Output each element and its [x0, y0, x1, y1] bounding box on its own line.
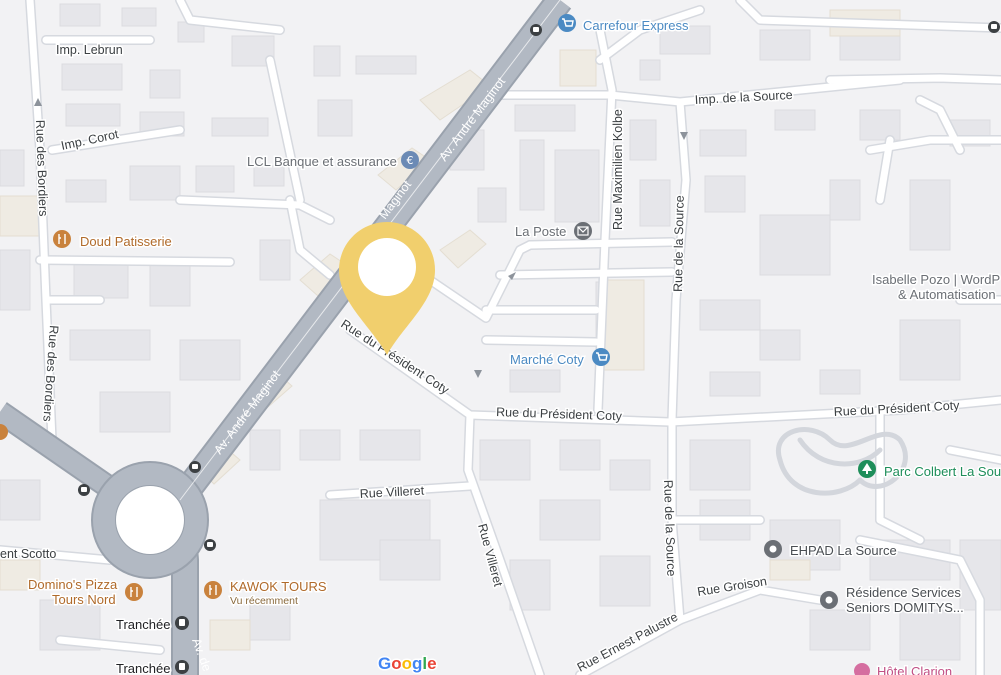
tram-icon: [175, 616, 189, 630]
poi-residence-line1: Résidence Services: [846, 585, 961, 600]
logo-o1: o: [391, 654, 401, 673]
poi-kawok-label: KAWOK TOURS: [230, 579, 327, 594]
logo-e: e: [427, 654, 436, 673]
poi-ehpad-label: EHPAD La Source: [790, 543, 897, 558]
fork-knife-icon: [125, 583, 143, 601]
poi-isabelle-line2: & Automatisation: [898, 287, 996, 302]
bus-icon: [189, 461, 201, 473]
svg-text:€: €: [407, 154, 414, 167]
logo-o2: o: [402, 654, 412, 673]
street-rue-maximilien-kolbe: Rue Maximilien Kolbe: [611, 109, 625, 230]
bus-icon: [530, 24, 542, 36]
fork-knife-icon: [204, 581, 222, 599]
park-paths: [775, 427, 908, 496]
poi-residence-line2: Seniors DOMITYS...: [846, 600, 964, 615]
tranchee-label-2: Tranchée: [116, 661, 170, 675]
poi-kawok-sub: Vu récemment: [230, 595, 298, 607]
svg-text:Google: Google: [378, 654, 437, 673]
street-imp-de-la-source: Imp. de la Source: [694, 88, 793, 107]
poi-carrefour-label: Carrefour Express: [583, 18, 689, 33]
poi-dominos-line2: Tours Nord: [52, 592, 116, 607]
tranchee-label-1: Tranchée: [116, 617, 170, 632]
tram-icon: [175, 660, 189, 674]
poi-la-poste[interactable]: La Poste: [514, 222, 592, 241]
poi-marche-coty-label: Marché Coty: [510, 352, 584, 367]
bus-icon: [204, 539, 216, 551]
street-rue-villeret-h: Rue Villeret: [359, 484, 425, 501]
poi-lcl[interactable]: LCL Banque et assurance €: [246, 151, 419, 171]
poi-doud-label: Doud Patisserie: [80, 234, 172, 249]
fork-knife-icon: [53, 230, 71, 248]
logo-g1: G: [378, 654, 391, 673]
poi-hotel-label: Hôtel Clarion: [877, 664, 952, 675]
bed-icon: [854, 663, 870, 675]
bus-icon: [988, 21, 1000, 33]
map-canvas[interactable]: Imp. Lebrun Imp. Corot Rue des Bordiers …: [0, 0, 1001, 675]
map-view[interactable]: Imp. Lebrun Imp. Corot Rue des Bordiers …: [0, 0, 1001, 675]
street-imp-lebrun: Imp. Lebrun: [56, 43, 123, 57]
bus-icon: [78, 484, 90, 496]
logo-g2: g: [412, 654, 422, 673]
street-rue-de-la-source-bottom: Rue de la Source: [661, 480, 678, 577]
poi-isabelle-pozo[interactable]: Isabelle Pozo | WordP & Automatisation: [871, 271, 1001, 304]
poi-hotel-clarion[interactable]: Hôtel Clarion: [854, 663, 954, 675]
poi-kawok-tours[interactable]: KAWOK TOURS Vu récemment: [204, 578, 328, 609]
poi-parc-colbert-label: Parc Colbert La Sou: [884, 464, 1001, 479]
street-rue-ernest-palustre: Rue Ernest Palustre: [575, 610, 680, 675]
street-rue-de-la-source-top: Rue de la Source: [671, 195, 687, 292]
poi-la-poste-label: La Poste: [515, 224, 566, 239]
street-scotto-fragment: ent Scotto: [0, 547, 56, 561]
google-logo: Google: [377, 653, 439, 675]
mail-icon: [574, 222, 592, 240]
poi-lcl-label: LCL Banque et assurance: [247, 154, 397, 169]
street-rue-president-coty-right: Rue du Président Coty: [833, 398, 960, 419]
poi-isabelle-line1: Isabelle Pozo | WordP: [872, 272, 1000, 287]
poi-dominos-line1: Domino's Pizza: [28, 577, 118, 592]
poi-doud-patisserie[interactable]: Doud Patisserie: [53, 230, 173, 251]
